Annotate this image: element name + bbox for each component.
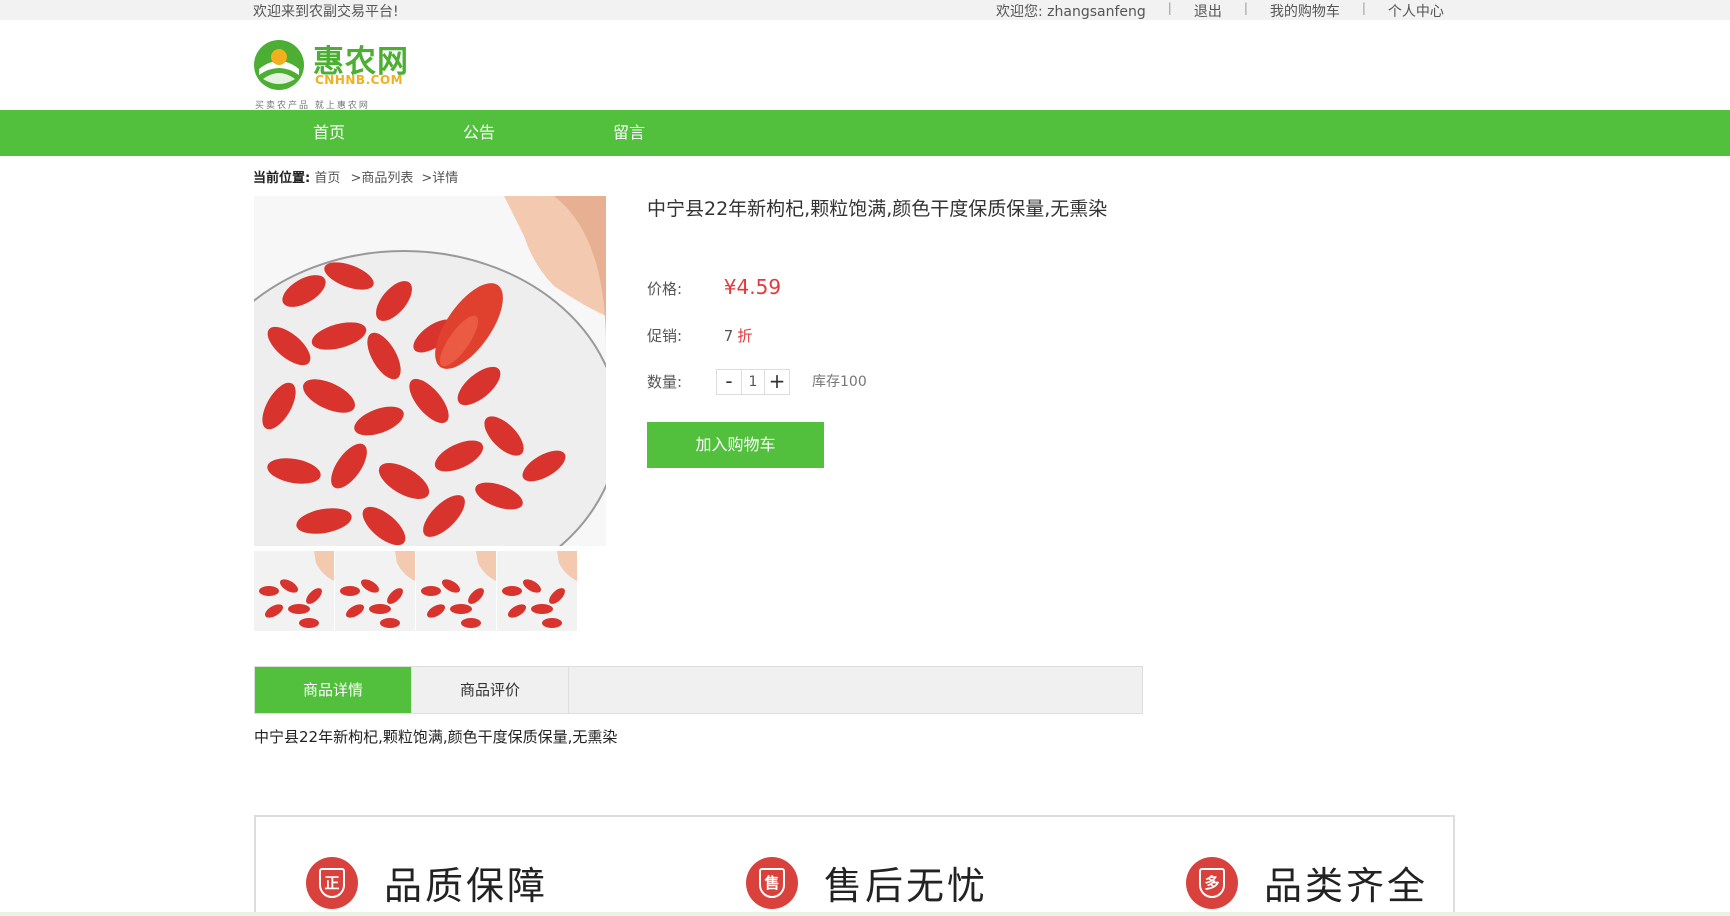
goji-thumbnail-image [254,551,334,631]
quantity-decrease-button[interactable]: - [717,370,741,394]
welcome-text: 欢迎来到农副交易平台! [253,4,399,20]
discount-value: 7 [723,327,734,345]
quality-badge-icon: 正 [306,856,358,909]
quantity-increase-button[interactable]: + [765,370,789,394]
product-price: ¥4.59 [723,275,782,299]
guarantee-bar: 正 品质保障 售 售后无忧 多 品类齐全 [254,815,1455,916]
logo-domain: CNHNB.COM [315,73,404,87]
logout-link[interactable]: 退出 [1194,1,1222,21]
tab-product-reviews[interactable]: 商品评价 [412,667,569,713]
price-label: 价格: [647,280,683,298]
discount-unit: 折 [737,327,753,345]
guarantee-after-sales-text: 售后无忧 [824,864,989,908]
goji-thumbnail-image [335,551,415,631]
quantity-label: 数量: [647,373,683,391]
nav-item-messages[interactable]: 留言 [589,110,669,156]
product-main-image [254,196,606,546]
guarantee-quality-text: 品质保障 [384,864,549,908]
guarantee-variety-text: 品类齐全 [1264,864,1429,908]
breadcrumb: 当前位置: 首页 >商品列表 >详情 [253,167,460,186]
main-nav: 首页 公告 留言 [0,110,1730,156]
thumbnail-2[interactable] [335,551,415,631]
thumbnail-1[interactable] [254,551,334,631]
page-bottom-edge [0,912,1730,916]
product-thumbnails [254,551,577,631]
breadcrumb-list[interactable]: >商品列表 [351,171,414,186]
breadcrumb-home[interactable]: 首页 [314,171,340,186]
nav-item-announcements[interactable]: 公告 [439,110,519,156]
price-row: 价格: ¥4.59 [647,275,781,299]
product-title: 中宁县22年新枸杞,颗粒饱满,颜色干度保质保量,无熏染 [647,198,1108,220]
product-description: 中宁县22年新枸杞,颗粒饱满,颜色干度保质保量,无熏染 [254,728,618,746]
separator: | [1243,1,1248,15]
goji-thumbnail-image [497,551,577,631]
after-sales-badge-icon: 售 [746,856,798,909]
promo-label: 促销: [647,327,683,345]
goji-thumbnail-image [416,551,496,631]
separator: | [1167,1,1172,15]
my-cart-link[interactable]: 我的购物车 [1270,1,1340,21]
variety-badge-icon: 多 [1186,856,1238,909]
goji-berries-photo [254,196,606,546]
stock-count: 库存100 [812,374,867,390]
site-header: 惠农网 CNHNB.COM 买卖农产品 就上惠农网 [0,20,1730,111]
breadcrumb-label: 当前位置: [253,171,311,186]
top-bar: 欢迎来到农副交易平台! 欢迎您: zhangsanfeng | 退出 | 我的购… [0,0,1730,20]
thumbnail-3[interactable] [416,551,496,631]
nav-item-home[interactable]: 首页 [289,110,369,156]
separator: | [1361,1,1366,15]
tab-product-details[interactable]: 商品详情 [255,667,412,713]
guarantee-variety: 多 品类齐全 [1186,855,1428,910]
product-tabs: 商品详情 商品评价 [254,666,1143,714]
guarantee-after-sales: 售 售后无忧 [746,855,988,910]
user-greeting: 欢迎您: zhangsanfeng [996,4,1146,20]
thumbnail-4[interactable] [497,551,577,631]
profile-link[interactable]: 个人中心 [1388,1,1444,21]
quantity-input[interactable]: 1 [741,370,765,394]
breadcrumb-detail: >详情 [421,171,459,186]
quantity-row: 数量: - 1 + 库存100 [647,369,947,401]
guarantee-quality: 正 品质保障 [306,855,548,910]
logo-icon [254,40,304,90]
quantity-stepper: - 1 + [716,369,790,395]
add-to-cart-button[interactable]: 加入购物车 [647,422,824,468]
promo-row: 促销: 7折 [647,325,752,346]
product-info: 中宁县22年新枸杞,颗粒饱满,颜色干度保质保量,无熏染 价格: ¥4.59 促销… [647,196,1147,468]
site-logo[interactable]: 惠农网 CNHNB.COM 买卖农产品 就上惠农网 [253,29,413,111]
top-user-links: 欢迎您: zhangsanfeng | 退出 | 我的购物车 | 个人中心 [996,1,1444,21]
